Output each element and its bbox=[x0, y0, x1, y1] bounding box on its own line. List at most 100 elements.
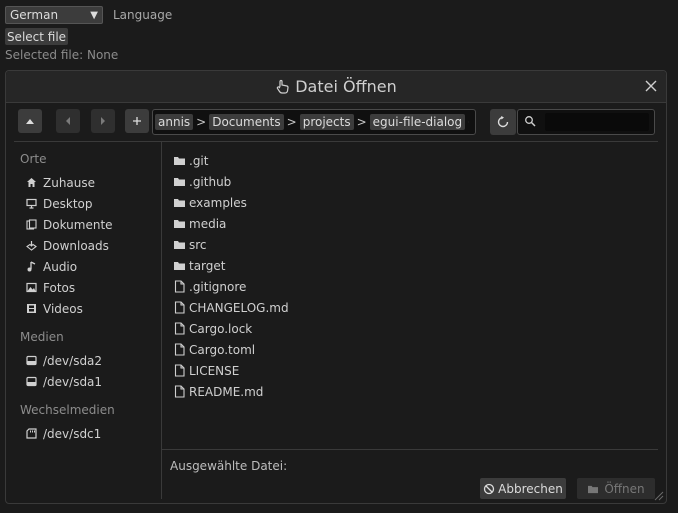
sidebar-heading-orte: Orte bbox=[20, 152, 47, 166]
file-row-file[interactable]: Cargo.toml bbox=[173, 339, 653, 360]
sidebar-item-zuhause[interactable]: Zuhause bbox=[20, 172, 160, 193]
file-name: Cargo.lock bbox=[189, 321, 253, 336]
removable-drive-icon bbox=[26, 428, 37, 439]
close-icon[interactable] bbox=[644, 79, 658, 93]
sidebar-item-label: Fotos bbox=[43, 280, 76, 295]
file-row-folder[interactable]: target bbox=[173, 255, 653, 276]
breadcrumb-separator: > bbox=[196, 115, 207, 129]
language-select[interactable]: German ▼ bbox=[5, 6, 103, 24]
desktop-icon bbox=[26, 198, 37, 209]
folder-icon bbox=[174, 157, 185, 165]
file-name: README.md bbox=[189, 384, 264, 399]
sidebar-item-label: Dokumente bbox=[43, 217, 113, 232]
file-name: target bbox=[189, 258, 226, 273]
plus-icon bbox=[133, 117, 141, 125]
sidebar-item-label: /dev/sda2 bbox=[43, 353, 103, 368]
language-label: Language bbox=[113, 8, 173, 22]
downloads-icon bbox=[26, 241, 37, 251]
file-name: LICENSE bbox=[189, 363, 240, 378]
breadcrumb-separator: > bbox=[286, 115, 297, 129]
breadcrumb-item[interactable]: egui-file-dialog bbox=[369, 114, 466, 130]
file-row-folder[interactable]: src bbox=[173, 234, 653, 255]
divider bbox=[162, 449, 658, 450]
file-name: media bbox=[189, 216, 227, 231]
sidebar-item-label: Videos bbox=[43, 301, 83, 316]
file-name: examples bbox=[189, 195, 247, 210]
cancel-button[interactable]: Abbrechen bbox=[480, 478, 566, 499]
search-input[interactable] bbox=[545, 113, 649, 131]
sidebar-item-label: Audio bbox=[43, 259, 78, 274]
caret-left-icon bbox=[66, 117, 70, 125]
back-button[interactable] bbox=[56, 109, 80, 133]
sidebar-item-downloads[interactable]: Downloads bbox=[20, 235, 160, 256]
language-select-value: German bbox=[10, 8, 59, 22]
file-row-file[interactable]: .gitignore bbox=[173, 276, 653, 297]
folder-icon bbox=[174, 178, 185, 186]
new-folder-button[interactable] bbox=[125, 109, 149, 133]
file-name: .github bbox=[189, 174, 232, 189]
sidebar-item-label: Desktop bbox=[43, 196, 93, 211]
dialog-titlebar[interactable]: Datei Öffnen bbox=[6, 71, 666, 103]
dialog-title: Datei Öffnen bbox=[295, 77, 397, 96]
sidebar-heading-wechselmedien: Wechselmedien bbox=[20, 403, 115, 417]
sidebar-item-sdc1[interactable]: /dev/sdc1 bbox=[20, 423, 160, 444]
disk-icon bbox=[26, 376, 37, 387]
breadcrumb-item[interactable]: annis bbox=[155, 114, 194, 130]
file-row-folder[interactable]: .github bbox=[173, 171, 653, 192]
file-icon bbox=[174, 301, 185, 314]
resize-grip-icon[interactable] bbox=[652, 489, 664, 501]
caret-up-icon bbox=[26, 119, 34, 124]
sidebar-item-videos[interactable]: Videos bbox=[20, 298, 160, 319]
dialog-toolbar: annis > Documents > projects > egui-file… bbox=[18, 109, 658, 135]
file-icon bbox=[174, 343, 185, 356]
sidebar-item-label: Zuhause bbox=[43, 175, 96, 190]
file-row-folder[interactable]: .git bbox=[173, 150, 653, 171]
search-box bbox=[517, 109, 655, 135]
breadcrumb-item[interactable]: Documents bbox=[209, 114, 284, 130]
sidebar-item-fotos[interactable]: Fotos bbox=[20, 277, 160, 298]
reload-button[interactable] bbox=[490, 109, 516, 135]
folder-icon bbox=[588, 485, 599, 493]
file-list: .git .github examples media src target .… bbox=[173, 150, 653, 402]
file-dialog: Datei Öffnen annis > Documents > project… bbox=[5, 70, 667, 504]
chevron-down-icon: ▼ bbox=[90, 9, 98, 21]
sidebar-item-desktop[interactable]: Desktop bbox=[20, 193, 160, 214]
file-row-folder[interactable]: media bbox=[173, 213, 653, 234]
divider bbox=[14, 141, 658, 142]
file-row-file[interactable]: README.md bbox=[173, 381, 653, 402]
forward-button[interactable] bbox=[91, 109, 115, 133]
file-icon bbox=[174, 322, 185, 335]
cancel-label: Abbrechen bbox=[498, 481, 563, 496]
music-icon bbox=[27, 261, 36, 272]
edit-path-icon[interactable] bbox=[468, 116, 469, 128]
file-row-file[interactable]: LICENSE bbox=[173, 360, 653, 381]
sidebar-item-sda1[interactable]: /dev/sda1 bbox=[20, 371, 160, 392]
folder-icon bbox=[174, 220, 185, 228]
file-name: Cargo.toml bbox=[189, 342, 256, 357]
parent-directory-button[interactable] bbox=[18, 109, 42, 133]
reload-icon bbox=[497, 116, 509, 128]
search-icon bbox=[525, 116, 536, 127]
sidebar-item-dokumente[interactable]: Dokumente bbox=[20, 214, 160, 235]
file-name: .gitignore bbox=[189, 279, 247, 294]
sidebar-item-label: /dev/sdc1 bbox=[43, 426, 102, 441]
sidebar-item-label: Downloads bbox=[43, 238, 109, 253]
caret-right-icon bbox=[101, 117, 105, 125]
selected-file-status: Selected file: None bbox=[5, 48, 119, 62]
file-row-file[interactable]: CHANGELOG.md bbox=[173, 297, 653, 318]
home-icon bbox=[27, 178, 36, 187]
folder-icon bbox=[174, 199, 185, 207]
breadcrumb-item[interactable]: projects bbox=[299, 114, 354, 130]
hand-cursor-icon bbox=[276, 79, 289, 94]
breadcrumb-separator: > bbox=[356, 115, 367, 129]
file-name: src bbox=[189, 237, 207, 252]
file-row-file[interactable]: Cargo.lock bbox=[173, 318, 653, 339]
sidebar-item-sda2[interactable]: /dev/sda2 bbox=[20, 350, 160, 371]
select-file-button[interactable]: Select file bbox=[5, 28, 68, 45]
sidebar-item-audio[interactable]: Audio bbox=[20, 256, 160, 277]
file-row-folder[interactable]: examples bbox=[173, 192, 653, 213]
places-sidebar: Orte Zuhause Desktop Dokumente Downloads… bbox=[20, 151, 160, 444]
open-button[interactable]: Öffnen bbox=[577, 478, 655, 499]
disk-icon bbox=[26, 355, 37, 366]
